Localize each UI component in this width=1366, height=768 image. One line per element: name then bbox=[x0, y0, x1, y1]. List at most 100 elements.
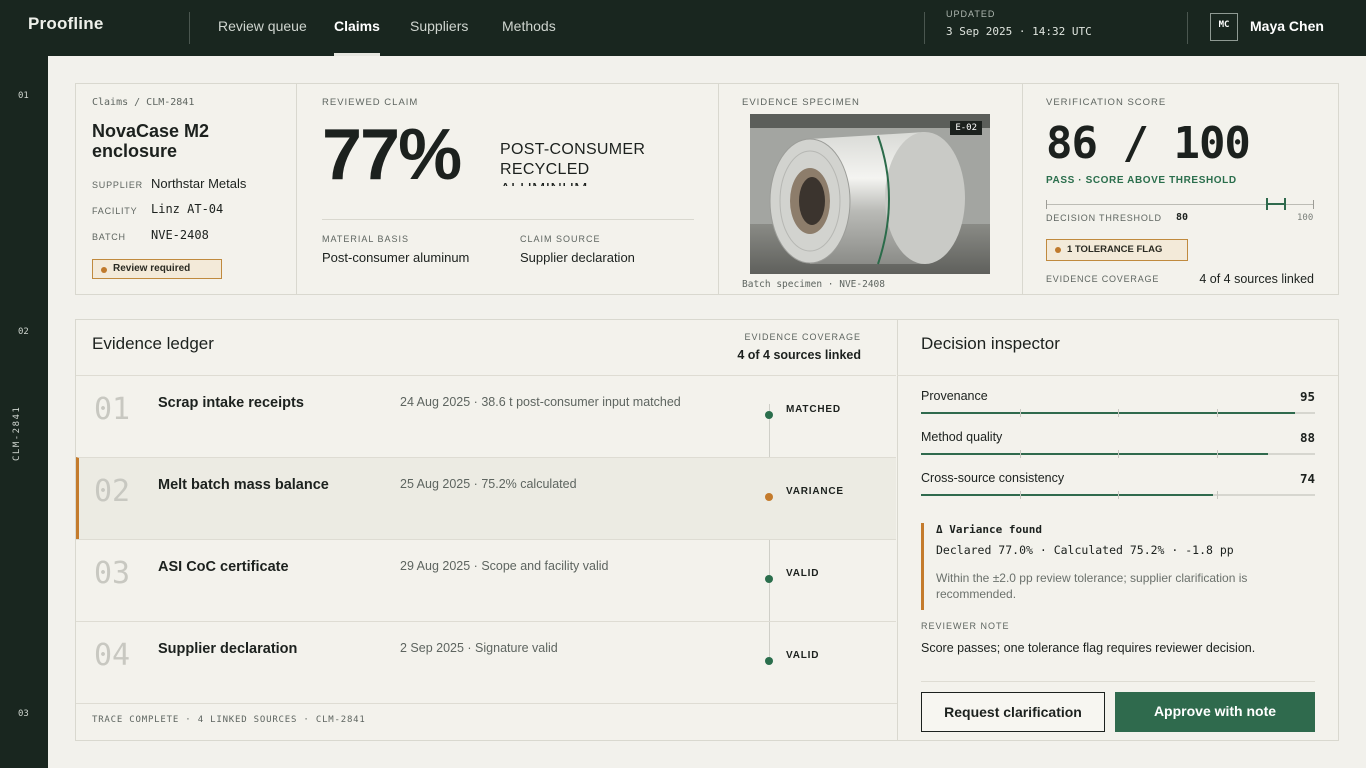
status-dot bbox=[765, 657, 773, 665]
coil-illustration bbox=[750, 114, 990, 274]
reviewed-claim-label: REVIEWED CLAIM bbox=[322, 97, 419, 108]
row-title: Supplier declaration bbox=[158, 641, 298, 657]
row-status: VALID bbox=[786, 568, 820, 579]
row-number: 01 bbox=[94, 392, 131, 427]
ledger-row[interactable]: 01 Scrap intake receipts 24 Aug 2025 · 3… bbox=[76, 375, 896, 457]
row-status: VARIANCE bbox=[786, 486, 844, 497]
product-title: NovaCase M2 enclosure bbox=[92, 121, 210, 161]
threshold-max: 100 bbox=[1297, 213, 1314, 223]
divider bbox=[189, 12, 190, 44]
metric-tick bbox=[1216, 450, 1218, 458]
supplier-label: SUPPLIER bbox=[92, 180, 143, 190]
threshold-value: 80 bbox=[1176, 212, 1189, 223]
batch-value: NVE-2408 bbox=[151, 228, 209, 242]
metric-tick bbox=[1216, 409, 1218, 417]
approve-with-note-button[interactable]: Approve with note bbox=[1115, 692, 1315, 732]
updated-label: UPDATED bbox=[946, 9, 996, 19]
decision-inspector: Decision inspector Provenance 95 Method … bbox=[897, 320, 1338, 740]
pass-status: PASS · SCORE ABOVE THRESHOLD bbox=[1046, 175, 1237, 186]
app-logo[interactable]: Proofline bbox=[28, 14, 103, 34]
nav-review-queue[interactable]: Review queue bbox=[218, 0, 307, 56]
verification-section: VERIFICATION SCORE 86 / 100 PASS · SCORE… bbox=[1022, 84, 1338, 294]
metric-value: 95 bbox=[1299, 389, 1315, 404]
nav-claims[interactable]: Claims bbox=[334, 0, 380, 56]
metric-value: 88 bbox=[1299, 430, 1315, 445]
metric-tick bbox=[1118, 409, 1119, 417]
row-title: Melt batch mass balance bbox=[158, 477, 329, 493]
metric-bar-fill bbox=[921, 412, 1296, 414]
metric-method-quality: Method quality 88 bbox=[921, 430, 1315, 458]
ledger-coverage-label: EVIDENCE COVERAGE bbox=[744, 332, 861, 342]
metric-tick bbox=[1019, 450, 1021, 458]
reviewer-note-label: REVIEWER NOTE bbox=[921, 621, 1010, 631]
metric-tick bbox=[1019, 409, 1021, 417]
row-meta: 2 Sep 2025 · Signature valid bbox=[400, 641, 558, 655]
ledger-row[interactable]: 04 Supplier declaration 2 Sep 2025 · Sig… bbox=[76, 621, 896, 703]
batch-label: BATCH bbox=[92, 232, 126, 242]
nav-suppliers[interactable]: Suppliers bbox=[410, 0, 468, 56]
ledger-coverage-value: 4 of 4 sources linked bbox=[737, 348, 861, 362]
metric-bar bbox=[921, 491, 1315, 499]
claim-material: POST-CONSUMER RECYCLED ALUMINUM bbox=[500, 141, 646, 186]
user-name[interactable]: Maya Chen bbox=[1250, 18, 1324, 34]
variance-title: Δ Variance found bbox=[936, 523, 1042, 536]
row-meta: 24 Aug 2025 · 38.6 t post-consumer input… bbox=[400, 395, 681, 409]
supplier-value: Northstar Metals bbox=[151, 176, 247, 191]
divider bbox=[76, 703, 897, 704]
metric-label: Method quality bbox=[921, 430, 1003, 444]
avatar[interactable]: MC bbox=[1210, 13, 1238, 41]
row-status: MATCHED bbox=[786, 404, 841, 415]
verification-label: VERIFICATION SCORE bbox=[1046, 97, 1167, 108]
threshold-label: DECISION THRESHOLD bbox=[1046, 213, 1162, 223]
verification-score: 86 / 100 bbox=[1046, 118, 1251, 169]
status-dot bbox=[765, 493, 773, 501]
metric-tick bbox=[1019, 491, 1021, 499]
claim-id-vertical: CLM-2841 bbox=[12, 405, 22, 461]
breadcrumb[interactable]: Claims / CLM-2841 bbox=[92, 97, 194, 108]
metric-label: Provenance bbox=[921, 389, 988, 403]
metric-provenance: Provenance 95 bbox=[921, 389, 1315, 417]
specimen-tag: E-02 bbox=[950, 121, 982, 135]
metric-value: 74 bbox=[1299, 471, 1315, 486]
ledger-row-selected[interactable]: 02 Melt batch mass balance 25 Aug 2025 ·… bbox=[76, 457, 896, 539]
threshold-tick-min bbox=[1046, 200, 1047, 209]
threshold-tick-max bbox=[1313, 200, 1314, 209]
row-number: 04 bbox=[94, 638, 131, 673]
top-bar: Proofline Review queue Claims Suppliers … bbox=[0, 0, 1366, 56]
status-badge: Review required bbox=[92, 259, 222, 279]
row-number: 02 bbox=[94, 474, 131, 509]
updated-timestamp: 3 Sep 2025 · 14:32 UTC bbox=[946, 25, 1092, 38]
claim-source-label: CLAIM SOURCE bbox=[520, 234, 601, 244]
divider bbox=[322, 219, 694, 220]
metric-cross-source: Cross-source consistency 74 bbox=[921, 471, 1315, 499]
ledger-row[interactable]: 03 ASI CoC certificate 29 Aug 2025 · Sco… bbox=[76, 539, 896, 621]
section-number: 01 bbox=[18, 91, 29, 101]
divider bbox=[1187, 12, 1188, 44]
evidence-panel: Evidence ledger EVIDENCE COVERAGE 4 of 4… bbox=[75, 319, 1339, 741]
material-basis-label: MATERIAL BASIS bbox=[322, 234, 410, 244]
row-title: Scrap intake receipts bbox=[158, 395, 304, 411]
request-clarification-button[interactable]: Request clarification bbox=[921, 692, 1105, 732]
side-rail: 01 02 CLM-2841 03 bbox=[0, 56, 48, 768]
aluminum-coil-image[interactable]: E-02 bbox=[750, 114, 990, 274]
coverage-label: EVIDENCE COVERAGE bbox=[1046, 274, 1160, 284]
metric-tick bbox=[1118, 450, 1119, 458]
status-dot bbox=[765, 411, 773, 419]
nav-methods[interactable]: Methods bbox=[502, 0, 556, 56]
ledger-title: Evidence ledger bbox=[92, 334, 214, 353]
coverage-value: 4 of 4 sources linked bbox=[1199, 272, 1314, 286]
material-basis-value: Post-consumer aluminum bbox=[322, 250, 470, 265]
reviewer-note: Score passes; one tolerance flag require… bbox=[921, 641, 1256, 655]
evidence-ledger: Evidence ledger EVIDENCE COVERAGE 4 of 4… bbox=[76, 320, 897, 740]
row-meta: 29 Aug 2025 · Scope and facility valid bbox=[400, 559, 609, 573]
metric-tick bbox=[1118, 491, 1119, 499]
inspector-title: Decision inspector bbox=[921, 334, 1060, 353]
variance-note: Within the ±2.0 pp review tolerance; sup… bbox=[936, 571, 1248, 601]
tolerance-flag-badge[interactable]: 1 TOLERANCE FLAG bbox=[1046, 239, 1188, 261]
specimen-caption: Batch specimen · NVE-2408 bbox=[742, 279, 885, 290]
specimen-section: EVIDENCE SPECIMEN E-02 Batch specimen · … bbox=[718, 84, 1022, 294]
metric-bar bbox=[921, 450, 1315, 458]
reviewed-claim-section: REVIEWED CLAIM 77% POST-CONSUMER RECYCLE… bbox=[296, 84, 718, 294]
score-marker bbox=[1266, 198, 1287, 210]
section-number: 02 bbox=[18, 327, 29, 337]
